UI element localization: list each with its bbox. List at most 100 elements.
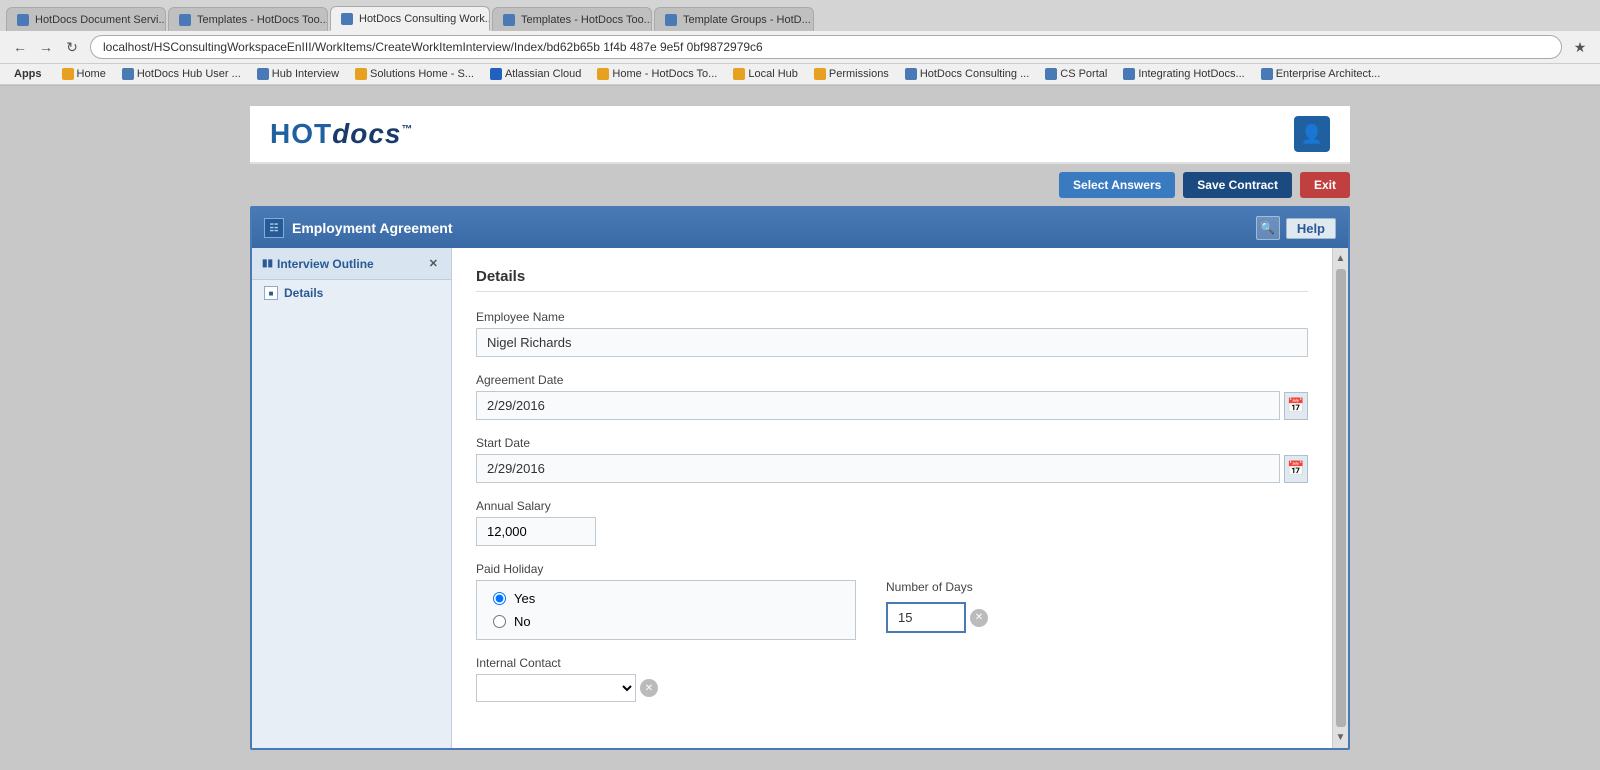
tab-bar: HotDocs Document Servi... ✕ Templates - …: [0, 0, 1600, 31]
scroll-up-button[interactable]: ▲: [1333, 250, 1349, 267]
employee-name-label: Employee Name: [476, 310, 1308, 324]
radio-group-container: Yes No Number of Days: [476, 580, 1308, 640]
annual-salary-input[interactable]: [476, 517, 596, 546]
bookmark-icon-solutions: [355, 68, 367, 80]
exit-button[interactable]: Exit: [1300, 172, 1350, 198]
refresh-button[interactable]: ↻: [60, 35, 84, 59]
clear-icon-days: ✕: [975, 612, 983, 623]
tab-templates-2[interactable]: Templates - HotDocs Too... ✕: [492, 7, 652, 31]
sidebar-expand-icon: ▮▮: [262, 258, 273, 269]
internal-contact-label: Internal Contact: [476, 656, 1308, 670]
bookmark-cs-portal[interactable]: CS Portal: [1039, 66, 1113, 82]
scroll-thumb[interactable]: [1336, 269, 1346, 727]
bookmark-hotdocs-hub[interactable]: HotDocs Hub User ...: [116, 66, 247, 82]
tab-favicon-1: [17, 14, 29, 26]
interview-header-right: 🔍 Help: [1256, 216, 1336, 240]
select-answers-button[interactable]: Select Answers: [1059, 172, 1175, 198]
agreement-date-label: Agreement Date: [476, 373, 1308, 387]
bookmark-enterprise[interactable]: Enterprise Architect...: [1255, 66, 1387, 82]
interview-search-button[interactable]: 🔍: [1256, 216, 1280, 240]
interview-title-icon: ☷: [264, 218, 284, 238]
number-of-days-label: Number of Days: [886, 580, 988, 594]
tab-favicon-4: [503, 14, 515, 26]
toolbar: Select Answers Save Contract Exit: [250, 164, 1350, 206]
bookmark-icon-home-hotdocs: [597, 68, 609, 80]
star-button[interactable]: ★: [1568, 35, 1592, 59]
employee-name-field: Employee Name: [476, 310, 1308, 357]
content-area: ▮▮ Interview Outline ✕ ■ Details: [252, 248, 1348, 748]
bookmark-icon-cs: [1045, 68, 1057, 80]
bookmark-icon-atlassian: [490, 68, 502, 80]
bookmark-home-hotdocs[interactable]: Home - HotDocs To...: [591, 66, 723, 82]
sidebar: ▮▮ Interview Outline ✕ ■ Details: [252, 248, 452, 748]
bookmark-hotdocs-consulting[interactable]: HotDocs Consulting ...: [899, 66, 1035, 82]
interview-title-text: Employment Agreement: [292, 220, 453, 236]
bookmark-hub-interview[interactable]: Hub Interview: [251, 66, 345, 82]
tab-favicon-5: [665, 14, 677, 26]
sidebar-header-icons: ✕: [426, 256, 441, 271]
tab-consulting-work[interactable]: HotDocs Consulting Work... ✕: [330, 6, 490, 31]
agreement-date-field: Agreement Date 📅: [476, 373, 1308, 420]
start-date-field: Start Date 📅: [476, 436, 1308, 483]
bookmark-icon-consulting: [905, 68, 917, 80]
paid-holiday-field: Paid Holiday Yes No: [476, 562, 1308, 640]
internal-contact-select[interactable]: [476, 674, 636, 702]
hotdocs-logo: HOTdocs™: [270, 118, 413, 150]
agreement-date-input-row: 📅: [476, 391, 1308, 420]
paid-holiday-yes-radio[interactable]: [493, 592, 506, 605]
paid-holiday-no-radio[interactable]: [493, 615, 506, 628]
sidebar-item-details[interactable]: ■ Details: [252, 280, 451, 306]
paid-holiday-no-label: No: [514, 614, 531, 629]
tab-template-groups[interactable]: Template Groups - HotD... ✕: [654, 7, 814, 31]
employee-name-input[interactable]: [476, 328, 1308, 357]
interview-header: ☷ Employment Agreement 🔍 Help: [252, 208, 1348, 248]
sidebar-header: ▮▮ Interview Outline ✕: [252, 248, 451, 280]
start-date-calendar-button[interactable]: 📅: [1284, 455, 1308, 483]
start-date-input[interactable]: [476, 454, 1280, 483]
scroll-down-button[interactable]: ▼: [1333, 729, 1349, 746]
sidebar-item-icon-details: ■: [264, 286, 278, 300]
user-avatar[interactable]: 👤: [1294, 116, 1330, 152]
paid-holiday-radio-group: Yes No: [476, 580, 856, 640]
help-button[interactable]: Help: [1286, 218, 1336, 239]
bookmark-icon-hub: [122, 68, 134, 80]
bookmark-icon-hub-interview: [257, 68, 269, 80]
sidebar-close-button[interactable]: ✕: [426, 256, 441, 271]
start-date-label: Start Date: [476, 436, 1308, 450]
save-contract-button[interactable]: Save Contract: [1183, 172, 1292, 198]
back-button[interactable]: ←: [8, 35, 32, 59]
tab-hotdocs-document[interactable]: HotDocs Document Servi... ✕: [6, 7, 166, 31]
bookmark-home[interactable]: Home: [56, 66, 112, 82]
bookmarks-bar: Apps Home HotDocs Hub User ... Hub Inter…: [0, 64, 1600, 85]
internal-contact-clear-button[interactable]: ✕: [640, 679, 658, 697]
hotdocs-header: HOTdocs™ 👤: [250, 106, 1350, 164]
paid-holiday-yes-option[interactable]: Yes: [493, 591, 839, 606]
paid-holiday-label: Paid Holiday: [476, 562, 1308, 576]
interview-title-area: ☷ Employment Agreement: [264, 218, 453, 238]
interview-panel: ☷ Employment Agreement 🔍 Help: [250, 206, 1350, 750]
tab-favicon-3: [341, 13, 353, 25]
apps-bookmark[interactable]: Apps: [8, 66, 48, 82]
paid-holiday-yes-label: Yes: [514, 591, 535, 606]
forward-button[interactable]: →: [34, 35, 58, 59]
paid-holiday-no-option[interactable]: No: [493, 614, 839, 629]
annual-salary-label: Annual Salary: [476, 499, 1308, 513]
agreement-date-input[interactable]: [476, 391, 1280, 420]
annual-salary-field: Annual Salary: [476, 499, 1308, 546]
bookmark-icon-integrating: [1123, 68, 1135, 80]
bookmark-permissions[interactable]: Permissions: [808, 66, 895, 82]
start-date-input-row: 📅: [476, 454, 1308, 483]
bookmark-solutions[interactable]: Solutions Home - S...: [349, 66, 480, 82]
bookmark-integrating[interactable]: Integrating HotDocs...: [1117, 66, 1250, 82]
bookmark-atlassian[interactable]: Atlassian Cloud: [484, 66, 587, 82]
agreement-date-calendar-button[interactable]: 📅: [1284, 392, 1308, 420]
tab-templates-1[interactable]: Templates - HotDocs Too... ✕: [168, 7, 328, 31]
calendar-icon-start: 📅: [1287, 460, 1304, 477]
days-clear-button[interactable]: ✕: [970, 609, 988, 627]
number-of-days-input[interactable]: [886, 602, 966, 633]
nav-buttons: ← → ↻: [8, 35, 84, 59]
address-bar-row: ← → ↻ ★: [0, 31, 1600, 64]
sidebar-item-label-details: Details: [284, 286, 323, 300]
bookmark-local-hub[interactable]: Local Hub: [727, 66, 804, 82]
address-input[interactable]: [90, 35, 1562, 59]
